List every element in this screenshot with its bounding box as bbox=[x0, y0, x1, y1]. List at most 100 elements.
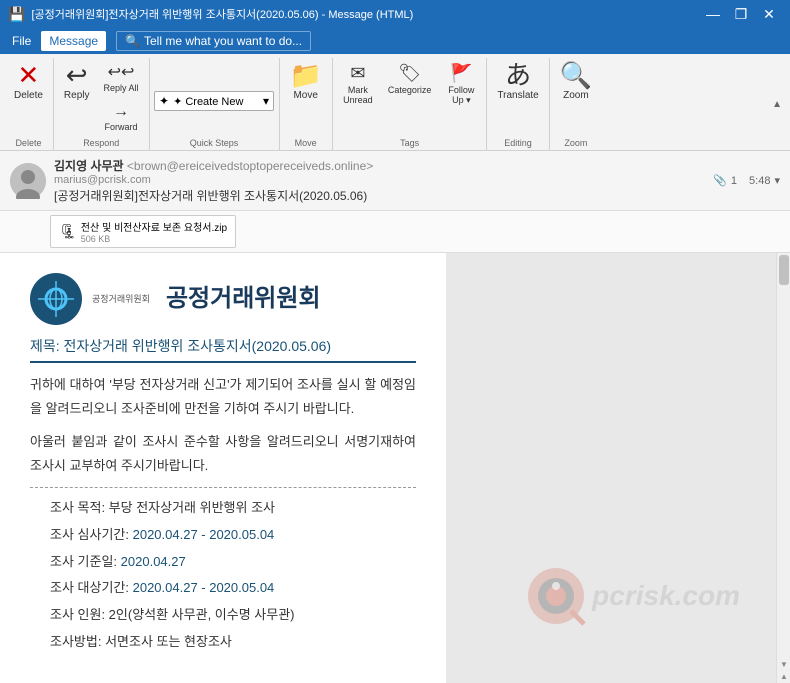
sender-address: <brown@ereiceivedstoptopereceiveds.onlin… bbox=[127, 159, 373, 173]
editing-group-label: Editing bbox=[491, 138, 544, 148]
email-header: 김지영 사무관 <brown@ereiceivedstoptopereceive… bbox=[0, 151, 790, 211]
item2-value: 2020.04.27 - 2020.05.04 bbox=[133, 527, 275, 542]
reply-all-icon: ↩↩ bbox=[108, 62, 135, 82]
window-title: [공정거래위원회]전자상거래 위반행위 조사통지서(2020.05.06) - … bbox=[31, 6, 413, 22]
forward-button[interactable]: → Forward bbox=[97, 99, 144, 136]
translate-button[interactable]: あ Translate bbox=[491, 58, 544, 105]
search-icon: 🔍 bbox=[125, 34, 140, 48]
categorize-button[interactable]: 🏷 Categorize bbox=[383, 58, 437, 100]
doc-body2: 아울러 붙임과 같이 조사시 준수할 사항을 알려드리오니 서명기재하여 조사시… bbox=[30, 430, 416, 477]
scrollbar-track[interactable]: ▼ ▲ bbox=[776, 253, 790, 683]
ribbon-collapse[interactable]: ▲ bbox=[772, 58, 786, 150]
item2-label: 조사 심사기간: bbox=[50, 527, 129, 542]
tags-group-content: ✉ MarkUnread 🏷 Categorize 🚩 FollowUp ▾ bbox=[337, 58, 483, 136]
to-address: marius@pcrisk.com bbox=[54, 174, 151, 186]
doc-divider bbox=[30, 487, 416, 488]
list-item-5: 조사 인원: 2인(양석환 사무관, 이수명 사무관) bbox=[50, 605, 416, 626]
email-from: 김지영 사무관 <brown@ereiceivedstoptopereceive… bbox=[54, 157, 705, 174]
zoom-button[interactable]: 🔍 Zoom bbox=[554, 58, 598, 105]
list-item-1: 조사 목적: 부당 전자상거래 위반행위 조사 bbox=[50, 498, 416, 519]
categorize-label: Categorize bbox=[388, 85, 432, 95]
quicksteps-content: ✦ ✦ Create New ▾ bbox=[154, 58, 274, 136]
close-button[interactable]: ✕ bbox=[756, 1, 782, 27]
paperclip-icon: 📎 bbox=[713, 174, 727, 187]
ribbon-group-editing: あ Translate Editing bbox=[487, 58, 549, 150]
ribbon-group-quicksteps: ✦ ✦ Create New ▾ Quick Steps bbox=[150, 58, 280, 150]
doc-list: 조사 목적: 부당 전자상거래 위반행위 조사 조사 심사기간: 2020.04… bbox=[30, 498, 416, 653]
reply-all-label: Reply All bbox=[103, 83, 138, 93]
zoom-group-label: Zoom bbox=[554, 138, 598, 148]
respond-small-buttons: ↩↩ Reply All → Forward bbox=[97, 58, 144, 136]
create-new-button[interactable]: ✦ ✦ Create New ▾ bbox=[154, 91, 274, 111]
create-new-icon: ✦ bbox=[159, 94, 169, 108]
create-new-label: ✦ Create New bbox=[173, 95, 243, 108]
translate-icon: あ bbox=[505, 62, 531, 88]
minimize-button[interactable]: — bbox=[700, 1, 726, 27]
move-label: Move bbox=[293, 90, 317, 101]
follow-up-label: FollowUp ▾ bbox=[448, 85, 474, 106]
tell-me-box[interactable]: 🔍 Tell me what you want to do... bbox=[116, 31, 311, 51]
attachment-name: 전산 및 비전산자료 보존 요청서.zip bbox=[81, 219, 227, 234]
mark-unread-button[interactable]: ✉ MarkUnread bbox=[337, 58, 379, 110]
doc-logo: 공정거래위원회 공정거래위원회 bbox=[30, 273, 416, 325]
restore-button[interactable]: ❐ bbox=[728, 1, 754, 27]
scrollbar-thumb[interactable] bbox=[779, 255, 789, 285]
ribbon: ✕ Delete Delete ↩ Reply ↩↩ Reply All → F… bbox=[0, 54, 790, 151]
delete-icon: ✕ bbox=[18, 62, 40, 88]
org-label-below: 공정거래위원회 bbox=[92, 292, 150, 306]
delete-button[interactable]: ✕ Delete bbox=[8, 58, 49, 105]
menu-bar: File Message 🔍 Tell me what you want to … bbox=[0, 28, 790, 54]
follow-up-button[interactable]: 🚩 FollowUp ▾ bbox=[440, 58, 482, 111]
mark-unread-label: MarkUnread bbox=[343, 85, 373, 105]
scroll-up-arrow[interactable]: ▲ bbox=[779, 672, 789, 681]
ribbon-group-delete: ✕ Delete Delete bbox=[4, 58, 54, 150]
expand-header-icon[interactable]: ▾ bbox=[774, 174, 780, 187]
zip-icon: 🗜 bbox=[59, 223, 77, 240]
zoom-group-content: 🔍 Zoom bbox=[554, 58, 598, 136]
reply-label: Reply bbox=[64, 90, 90, 101]
reply-icon: ↩ bbox=[66, 62, 88, 88]
org-title: 공정거래위원회 bbox=[166, 280, 321, 318]
save-icon: 💾 bbox=[8, 6, 25, 23]
ribbon-group-respond: ↩ Reply ↩↩ Reply All → Forward Respond bbox=[54, 58, 150, 150]
move-icon: 📁 bbox=[290, 62, 322, 88]
dropdown-icon: ▾ bbox=[263, 94, 269, 108]
mark-unread-icon: ✉ bbox=[350, 63, 365, 84]
email-body-container: 공정거래위원회 공정거래위원회 제목: 전자상거래 위반행위 조사통지서(202… bbox=[0, 253, 790, 683]
item5-text: 조사 인원: 2인(양석환 사무관, 이수명 사무관) bbox=[50, 607, 295, 622]
email-meta: 김지영 사무관 <brown@ereiceivedstoptopereceive… bbox=[54, 157, 705, 204]
list-item-3: 조사 기준일: 2020.04.27 bbox=[50, 552, 416, 573]
doc-body1: 귀하에 대하여 '부당 전자상거래 신고'가 제기되어 조사를 실시 할 예정임… bbox=[30, 373, 416, 420]
tags-group-label: Tags bbox=[337, 138, 483, 148]
item4-label: 조사 대상기간: bbox=[50, 580, 129, 595]
collapse-icon: ▲ bbox=[772, 99, 782, 110]
item1-text: 조사 목적: 부당 전자상거래 위반행위 조사 bbox=[50, 500, 275, 515]
menu-message[interactable]: Message bbox=[41, 31, 106, 51]
translate-label: Translate bbox=[497, 90, 538, 101]
email-time-area: 📎 1 5:48 ▾ bbox=[713, 174, 780, 187]
categorize-icon: 🏷 bbox=[398, 63, 421, 84]
sender-name: 김지영 사무관 bbox=[54, 159, 124, 173]
quicksteps-group-label: Quick Steps bbox=[154, 138, 275, 148]
scroll-down-arrow[interactable]: ▼ bbox=[779, 660, 789, 669]
move-button[interactable]: 📁 Move bbox=[284, 58, 328, 105]
list-item-6: 조사방법: 서면조사 또는 현장조사 bbox=[50, 632, 416, 653]
zoom-label: Zoom bbox=[563, 90, 589, 101]
attachment-bar: 🗜 전산 및 비전산자료 보존 요청서.zip 506 KB bbox=[0, 211, 790, 253]
delete-group-content: ✕ Delete bbox=[8, 58, 49, 136]
menu-file[interactable]: File bbox=[4, 31, 39, 51]
attachment-size: 506 KB bbox=[81, 234, 227, 244]
delete-group-label: Delete bbox=[8, 138, 49, 148]
attachment-count: 1 bbox=[731, 175, 737, 187]
list-item-4: 조사 대상기간: 2020.04.27 - 2020.05.04 bbox=[50, 578, 416, 599]
title-bar: 💾 [공정거래위원회]전자상거래 위반행위 조사통지서(2020.05.06) … bbox=[0, 0, 790, 28]
email-to: marius@pcrisk.com bbox=[54, 174, 705, 186]
reply-all-button[interactable]: ↩↩ Reply All bbox=[97, 58, 144, 97]
reply-button[interactable]: ↩ Reply bbox=[58, 58, 96, 105]
editing-group-content: あ Translate bbox=[491, 58, 544, 136]
item3-value: 2020.04.27 bbox=[121, 554, 186, 569]
follow-up-icon: 🚩 bbox=[450, 63, 472, 84]
org-logo-icon bbox=[30, 273, 82, 325]
doc-subject: 제목: 전자상거래 위반행위 조사통지서(2020.05.06) bbox=[30, 335, 416, 363]
attachment-item[interactable]: 🗜 전산 및 비전산자료 보존 요청서.zip 506 KB bbox=[50, 215, 236, 248]
